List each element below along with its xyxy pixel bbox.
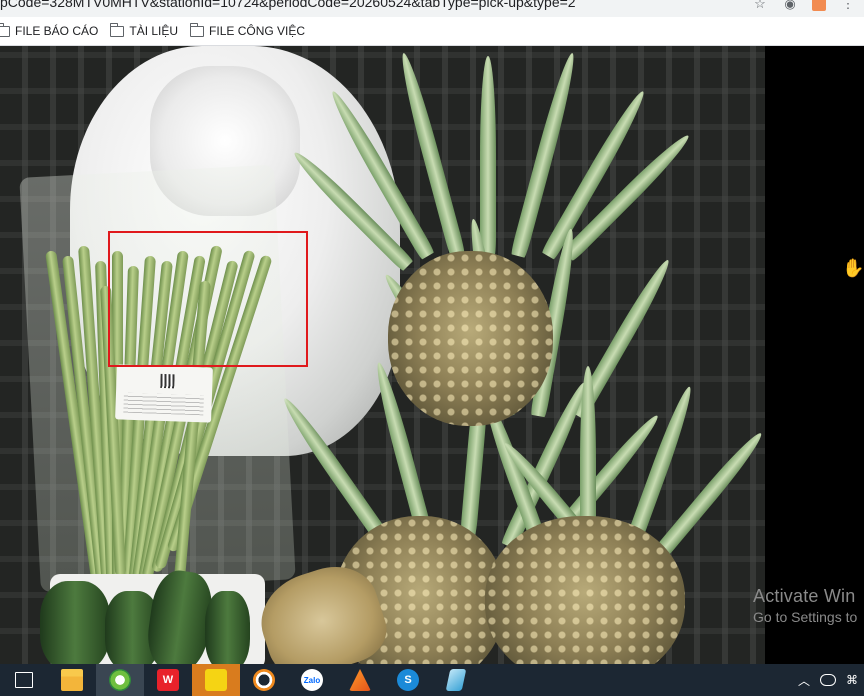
chevron-up-icon[interactable]: ︿ [798,672,810,689]
system-tray: ︿ ⌘ [798,664,864,696]
menu-icon[interactable]: ⋮ [840,0,856,12]
pineapple-leaf [480,56,496,256]
extension-icon[interactable] [812,0,826,11]
bookmark-label: FILE BÁO CÁO [15,24,99,38]
bookmark-file-bao-cao[interactable]: FILE BÁO CÁO [0,22,99,38]
ultraviewer-icon [253,669,275,691]
bookmark-label: TÀI LIỆU [129,24,179,38]
address-bar-actions: ☆ ◉ ⋮ [752,0,856,12]
qr-code-icon [160,373,175,389]
taskbar-skype[interactable]: S [384,664,432,696]
taskbar-ultraviewer[interactable] [240,664,288,696]
app-orange-icon [349,669,371,691]
taskbar-sticky-notes[interactable] [192,664,240,696]
wps-office-icon: W [157,669,179,691]
folder-icon [0,22,10,37]
selection-highlight-box [108,231,308,367]
pineapple [388,251,553,426]
taskbar-coccoc-browser[interactable] [96,664,144,696]
task-view-icon [15,672,33,688]
folder-icon [189,22,205,37]
viewer-side-panel [765,46,864,664]
windows-taskbar: W Zalo S ︿ ⌘ [0,664,864,696]
watermark-title: Activate Win [753,586,856,606]
star-icon[interactable]: ☆ [752,0,768,12]
label-text-lines [123,392,204,416]
cucumber [205,591,250,664]
location-icon[interactable]: ◉ [782,0,798,12]
watermark-subtitle: Go to Settings to [753,609,858,625]
folder-icon [109,22,125,37]
app-blue-icon [445,669,467,691]
bookmarks-bar: FILE BÁO CÁO TÀI LIỆU FILE CÔNG VIỆC [0,17,864,46]
bookmark-tai-lieu[interactable]: TÀI LIỆU [109,22,179,38]
address-bar[interactable]: pCode=328MTV0MHTV&stationId=10724&period… [0,0,864,17]
sticky-notes-icon [205,669,227,691]
bookmark-file-cong-viec[interactable]: FILE CÔNG VIỆC [189,22,306,38]
taskbar-app-orange[interactable] [336,664,384,696]
bookmark-label: FILE CÔNG VIỆC [209,24,306,38]
screen: pCode=328MTV0MHTV&stationId=10724&period… [0,0,864,696]
coccoc-browser-icon [109,669,131,691]
product-label-sticker [115,364,213,423]
taskbar-app-blue[interactable] [432,664,480,696]
taskbar-wps-office[interactable]: W [144,664,192,696]
skype-icon: S [397,669,419,691]
cucumber [40,581,110,664]
taskbar-task-view[interactable] [0,664,48,696]
taskbar-file-explorer[interactable] [48,664,96,696]
onedrive-icon[interactable] [820,674,836,686]
network-icon[interactable]: ⌘ [846,673,858,687]
product-photo[interactable] [0,46,765,664]
activate-windows-watermark: Activate Win Go to Settings to [753,586,857,625]
address-bar-url[interactable]: pCode=328MTV0MHTV&stationId=10724&period… [0,0,576,10]
zalo-icon: Zalo [301,669,323,691]
taskbar-zalo[interactable]: Zalo [288,664,336,696]
hand-cursor-icon: ✋ [842,258,864,278]
pineapple [485,516,685,664]
file-explorer-icon [61,669,83,691]
